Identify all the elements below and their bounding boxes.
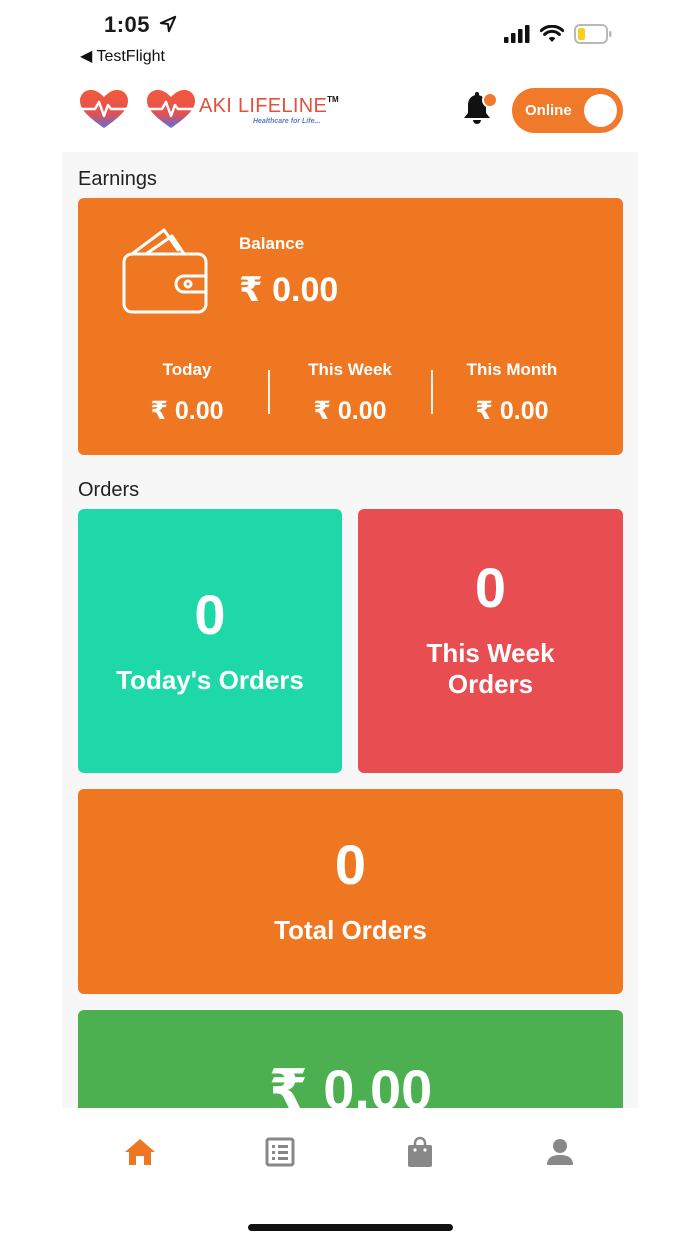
wallet-icon (120, 224, 212, 321)
this-week-orders-card[interactable]: 0 This Week Orders (358, 509, 623, 773)
this-week-orders-label: This Week Orders (426, 638, 554, 699)
nav-profile-icon[interactable] (542, 1134, 578, 1170)
toggle-knob (584, 94, 617, 127)
status-indicators (504, 24, 612, 44)
divider (268, 370, 270, 414)
today-label: Today (162, 360, 212, 379)
nav-orders-list-icon[interactable] (262, 1134, 298, 1170)
balance-value: ₹ 0.00 (239, 271, 339, 309)
notification-badge (482, 92, 498, 108)
brand-name: AKI LIFELINE (199, 94, 328, 117)
cellular-signal-icon (504, 25, 530, 43)
wifi-icon (540, 25, 564, 42)
this-week-value: ₹ 0.00 (313, 397, 387, 425)
brand-trademark: TM (327, 94, 339, 104)
this-week-orders-count: 0 (474, 556, 507, 620)
this-week-label: This Week (308, 360, 392, 379)
todays-orders-card[interactable]: 0 Today's Orders (78, 509, 342, 773)
this-month-value: ₹ 0.00 (475, 397, 549, 425)
brand-logo: AKI LIFELINETM Healthcare for Life... (147, 90, 339, 130)
dashboard-content[interactable]: Earnings Balance ₹ 0.00 Today ₹ 0.00 Thi… (62, 152, 638, 1108)
nav-shopping-bag-icon[interactable] (402, 1134, 438, 1170)
total-amount-value: ₹ 0.00 (268, 1058, 433, 1109)
today-value: ₹ 0.00 (150, 397, 224, 425)
brand-tagline: Healthcare for Life... (253, 117, 321, 125)
stat-today: Today ₹ 0.00 (122, 360, 252, 426)
total-orders-label: Total Orders (274, 915, 427, 946)
stat-this-month: This Month ₹ 0.00 (447, 360, 577, 426)
earnings-card[interactable]: Balance ₹ 0.00 Today ₹ 0.00 This Week ₹ … (78, 198, 623, 455)
divider (431, 370, 433, 414)
nav-home-icon[interactable] (122, 1134, 158, 1170)
location-arrow-icon (159, 15, 176, 33)
todays-orders-label: Today's Orders (116, 664, 304, 695)
this-week-orders-label-line1: This Week (426, 638, 555, 669)
todays-orders-count: 0 (194, 582, 226, 646)
this-week-orders-label-line2: Orders (447, 669, 534, 699)
status-time: 1:05 (104, 12, 177, 38)
home-indicator[interactable] (248, 1224, 453, 1231)
stat-this-week: This Week ₹ 0.00 (285, 360, 415, 426)
earnings-section-title: Earnings (78, 168, 157, 190)
total-orders-card[interactable]: 0 Total Orders (78, 789, 623, 994)
back-to-testflight-link[interactable]: ◀ TestFlight (80, 46, 165, 66)
online-toggle-label: Online (525, 102, 572, 119)
bottom-nav (0, 1108, 700, 1198)
total-orders-count: 0 (334, 833, 367, 897)
online-toggle[interactable]: Online (512, 88, 623, 133)
battery-icon (574, 24, 612, 44)
app-logo-icon (80, 90, 128, 135)
this-month-label: This Month (466, 360, 558, 379)
total-amount-card[interactable]: ₹ 0.00 (78, 1010, 623, 1108)
orders-section-title: Orders (78, 479, 140, 501)
brand-heart-icon (147, 90, 195, 128)
balance-label: Balance (239, 234, 305, 253)
